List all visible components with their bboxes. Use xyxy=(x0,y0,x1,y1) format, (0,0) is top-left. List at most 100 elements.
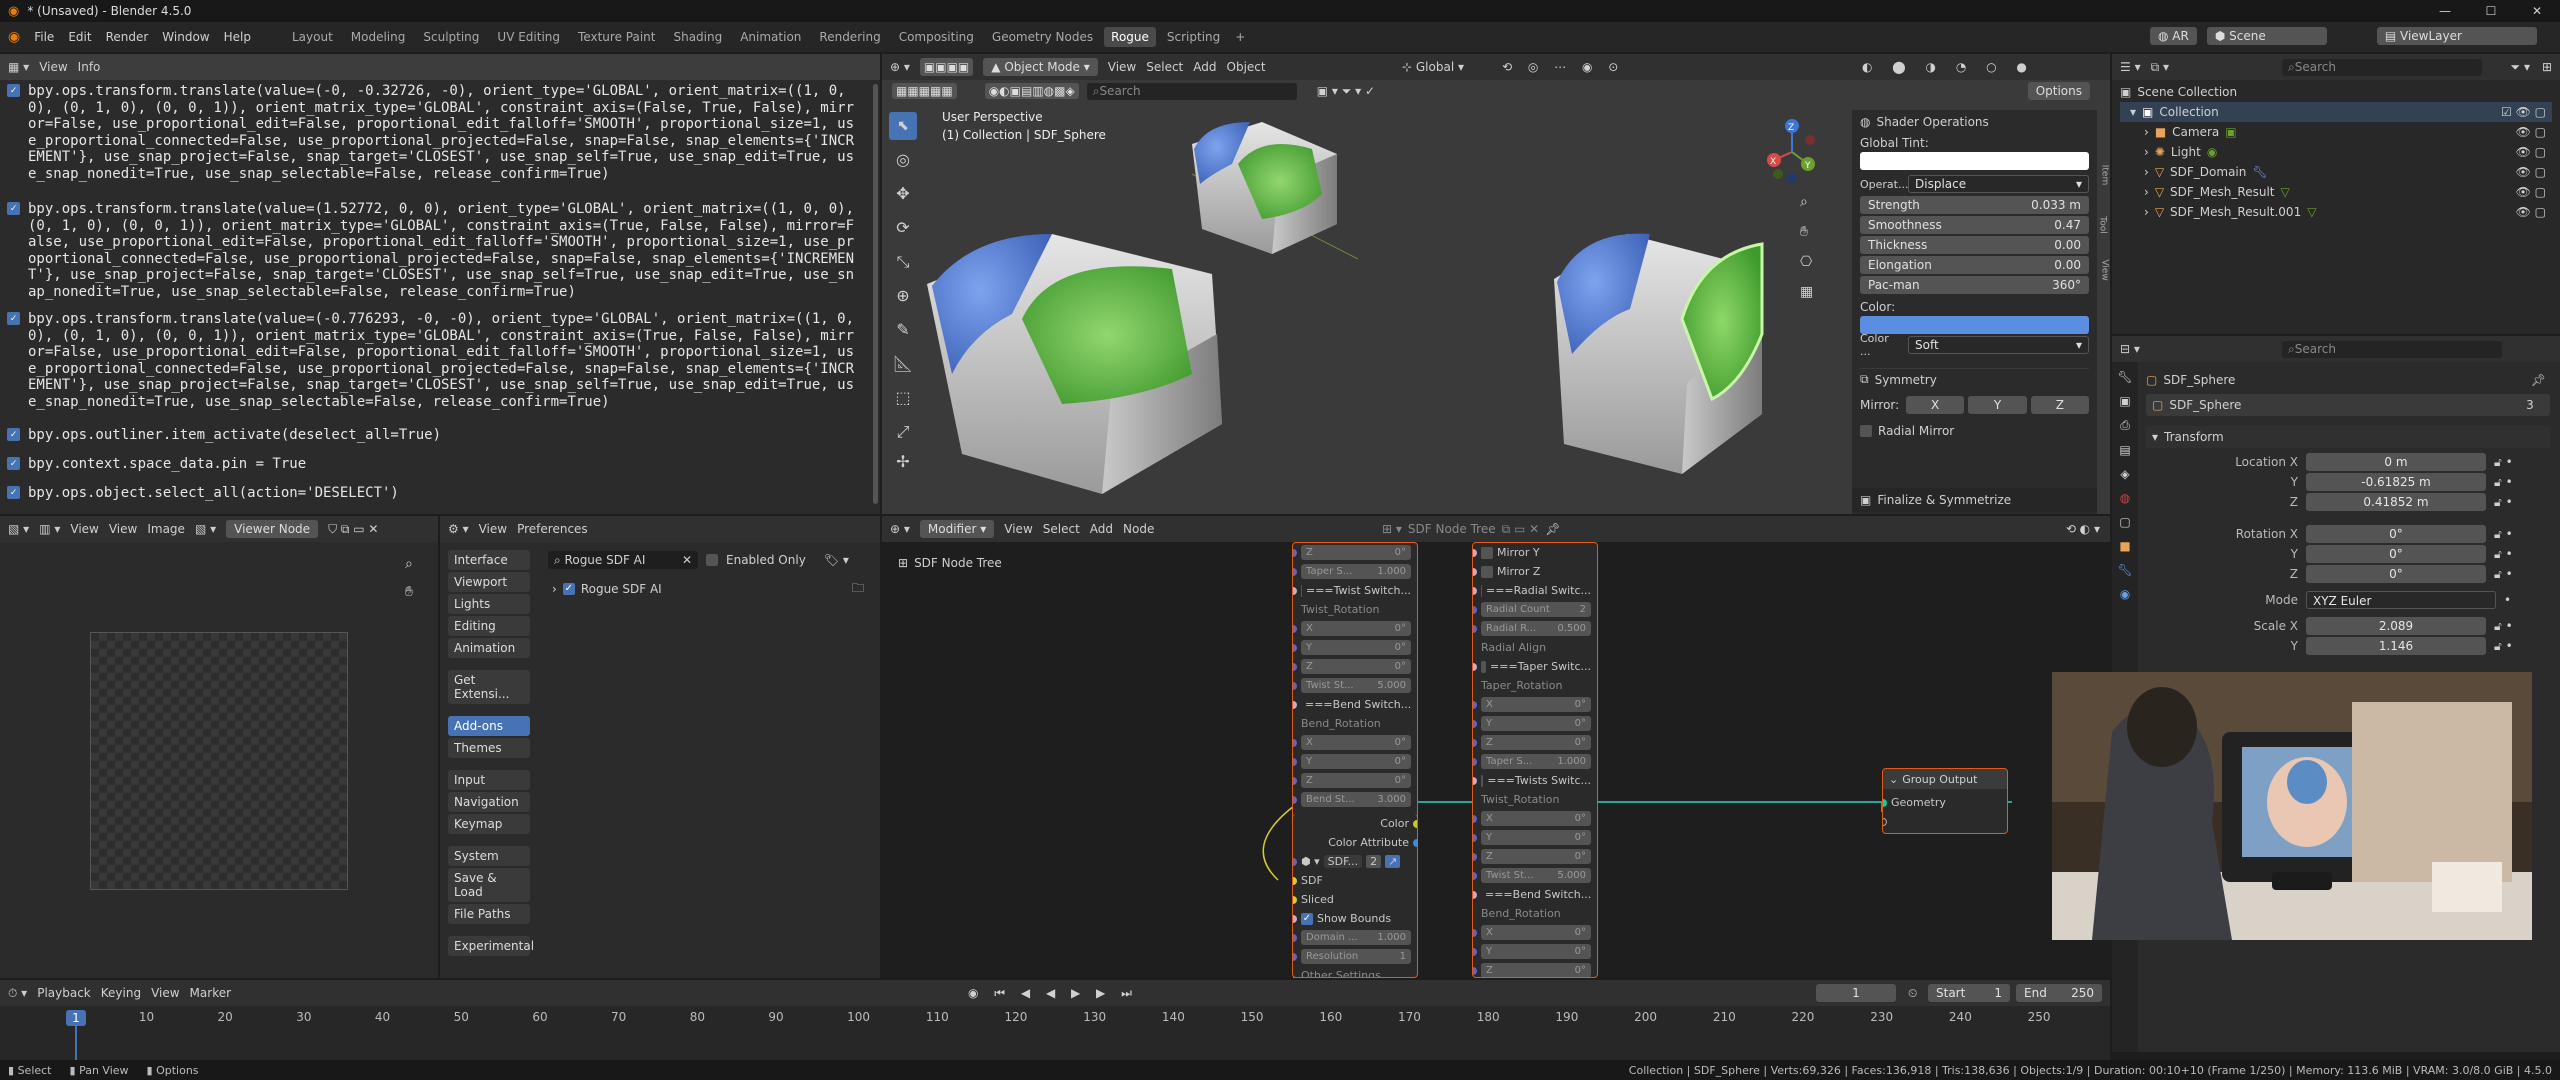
scale-y-field[interactable]: 1.146 xyxy=(2306,637,2486,655)
filter-icon[interactable]: ▣ ▾ ⏷ ▾ ✓ xyxy=(1317,84,1375,99)
node-tree-field[interactable]: ⊞ ▾ SDF Node Tree ⧉ ▭ ✕ 📌︎ xyxy=(1382,522,1560,537)
menu-help[interactable]: Help xyxy=(224,30,251,44)
location-z-field[interactable]: 0.41852 m xyxy=(2306,493,2486,511)
node-row[interactable]: ===Bend Switch... xyxy=(1473,885,1597,904)
node-row[interactable]: Taper S... 1.000 xyxy=(1473,752,1597,771)
extra-tool-icon[interactable]: ✢ xyxy=(896,452,909,472)
add-workspace-button[interactable]: + xyxy=(1231,27,1249,47)
measure-tool-icon[interactable]: 📐︎ xyxy=(893,350,913,378)
lock-icon[interactable]: 🔓︎ • xyxy=(2494,475,2513,490)
lock-icon[interactable]: 🔓︎ • xyxy=(2494,639,2513,654)
grid-view-icon[interactable]: ▦ xyxy=(1800,284,1813,300)
tl-menu-keying[interactable]: Keying xyxy=(101,986,141,1000)
input-socket[interactable] xyxy=(1293,548,1297,557)
elongation-field[interactable]: Elongation 0.00 xyxy=(1860,256,2089,274)
start-frame-field[interactable]: Start 1 xyxy=(1928,984,2010,1002)
node-row[interactable]: X 0° xyxy=(1293,619,1417,638)
node-value-field[interactable]: Domain ... 1.000 xyxy=(1301,930,1411,945)
report-line[interactable]: ✓ bpy.ops.transform.translate(value=(-0.7… xyxy=(0,308,870,424)
node-row[interactable]: ⬢ ▾ SDF... 2 ↗ xyxy=(1293,852,1417,871)
node-row[interactable]: Twist St... 5.000 xyxy=(1473,866,1597,885)
node-value-field[interactable]: Twist St... 5.000 xyxy=(1481,868,1591,883)
scene-tab-icon[interactable]: ◈ xyxy=(2120,467,2129,481)
ar-selector[interactable]: ◍ AR xyxy=(2150,27,2197,45)
node-value-field[interactable]: Y 0° xyxy=(1301,754,1411,769)
input-socket[interactable] xyxy=(1473,776,1477,785)
add-cube-tool-icon[interactable]: ⬚ xyxy=(895,384,910,412)
tab-shading[interactable]: Shading xyxy=(666,27,729,47)
menu-render[interactable]: Render xyxy=(106,30,149,44)
input-socket[interactable] xyxy=(1473,700,1477,709)
close-button[interactable]: ✕ xyxy=(2514,0,2560,22)
collapse-icon[interactable]: ⌄ xyxy=(1889,773,1898,786)
output-socket[interactable] xyxy=(1413,819,1417,828)
pref-tab-lights[interactable]: Lights xyxy=(448,594,530,614)
physics-tab-icon[interactable]: ◉ xyxy=(2120,587,2130,601)
pref-menu-preferences[interactable]: Preferences xyxy=(517,522,588,536)
input-socket[interactable] xyxy=(1293,972,1297,978)
mirror-x-button[interactable]: X xyxy=(1906,396,1965,414)
tab-geometry-nodes[interactable]: Geometry Nodes xyxy=(985,27,1100,47)
node-value-field[interactable]: Z 0° xyxy=(1481,735,1591,750)
radial-mirror-checkbox[interactable] xyxy=(1860,425,1872,437)
node-row[interactable]: Taper_Rotation xyxy=(1473,676,1597,695)
outliner-row-sdf-domain[interactable]: › ▽ SDF_Domain 🔧︎ 👁︎ ▢ xyxy=(2120,162,2552,182)
node-row[interactable]: X 0° xyxy=(1473,695,1597,714)
current-frame-field[interactable]: 1 xyxy=(1816,984,1896,1002)
tab-texture-paint[interactable]: Texture Paint xyxy=(571,27,662,47)
input-socket[interactable] xyxy=(1473,682,1477,690)
node-row[interactable]: Sliced xyxy=(1293,890,1417,909)
sdf-object-node[interactable]: Color Color Attribute ⬢ ▾ SDF... 2 ↗ SDF Sliced… xyxy=(1292,814,1418,978)
node-row[interactable]: Other Settings xyxy=(1293,966,1417,978)
tl-menu-playback[interactable]: Playback xyxy=(37,986,91,1000)
input-socket[interactable] xyxy=(1293,586,1297,595)
pref-tab-navigation[interactable]: Navigation xyxy=(448,792,530,812)
row-toggle-icons[interactable]: 👁︎ ▢ xyxy=(2516,125,2546,139)
lock-icon[interactable]: 🔓︎ • xyxy=(2494,619,2513,634)
input-socket[interactable] xyxy=(1293,606,1297,614)
input-socket[interactable] xyxy=(1473,833,1477,842)
node-value-field[interactable]: Z 0° xyxy=(1301,773,1411,788)
viewlayer-selector[interactable]: ▤ ViewLayer xyxy=(2376,27,2537,45)
camera-view-icon[interactable]: ⎔ xyxy=(1800,254,1813,270)
shader-panel-title[interactable]: Shader Operations xyxy=(1876,115,1988,129)
addon-enabled-checkbox[interactable]: ✓ xyxy=(562,583,575,595)
node-row[interactable]: Domain ... 1.000 xyxy=(1293,928,1417,947)
global-tint-swatch[interactable] xyxy=(1860,152,2089,170)
report-line[interactable]: ✓ bpy.ops.transform.translate(value=(-0, … xyxy=(0,80,870,198)
scale-tool-icon[interactable]: ⤡ xyxy=(897,248,910,276)
node-row[interactable]: Twist_Rotation xyxy=(1293,600,1417,619)
row-toggle-icons[interactable]: 👁︎ ▢ xyxy=(2516,205,2546,219)
pref-tab-input[interactable]: Input xyxy=(448,770,530,790)
transform-orientation[interactable]: ⊹ Global ▾ xyxy=(1402,60,1464,74)
node-row[interactable]: ===Twists Switc... xyxy=(1473,771,1597,790)
node-row[interactable]: Z 0° xyxy=(1293,657,1417,676)
row-toggle-icons[interactable]: ☑ 👁︎ ▢ xyxy=(2501,105,2546,119)
node-row[interactable]: Y 0° xyxy=(1473,828,1597,847)
info-menu-view[interactable]: View xyxy=(39,60,67,74)
pref-tab-keymap[interactable]: Keymap xyxy=(448,814,530,834)
node-value-field[interactable]: Taper S... 1.000 xyxy=(1301,564,1411,579)
editor-type-icon[interactable]: ⊟ ▾ xyxy=(2120,343,2140,355)
node-row[interactable]: Mirror Y xyxy=(1473,543,1597,562)
viewer-node-field[interactable]: Viewer Node xyxy=(226,520,319,538)
input-socket[interactable] xyxy=(1473,586,1477,595)
transform-tool-icon[interactable]: ⊕ xyxy=(896,282,909,310)
rotate-tool-icon[interactable]: ⟳ xyxy=(896,214,909,242)
node-value-field[interactable]: Taper S... 1.000 xyxy=(1481,754,1591,769)
outliner-row-collection[interactable]: ▾ ▣ Collection ☑ 👁︎ ▢ xyxy=(2120,102,2552,122)
addon-row[interactable]: › ✓ Rogue SDF AI 🗀 xyxy=(548,578,870,600)
input-socket[interactable] xyxy=(1473,871,1477,880)
report-line[interactable]: ✓ bpy.ops.object.select_all(action='DESEL… xyxy=(0,482,870,511)
node-checkbox[interactable] xyxy=(1481,584,1482,597)
node-row[interactable]: SDF xyxy=(1293,871,1417,890)
outliner-row-scene-collection[interactable]: ▣ Scene Collection xyxy=(2120,82,2552,102)
lock-icon[interactable]: 🔓︎ • xyxy=(2494,527,2513,542)
pan-hand-icon[interactable]: ✋︎ xyxy=(1800,224,1813,240)
node-row[interactable]: Color Attribute xyxy=(1293,833,1417,852)
input-socket[interactable] xyxy=(1473,662,1477,671)
gizmo-icons[interactable]: ◉◐▣▤▥◍▩◈ xyxy=(984,83,1079,99)
tab-animation[interactable]: Animation xyxy=(733,27,808,47)
image-canvas[interactable] xyxy=(90,632,348,890)
lock-icon[interactable]: 🔓︎ • xyxy=(2494,567,2513,582)
